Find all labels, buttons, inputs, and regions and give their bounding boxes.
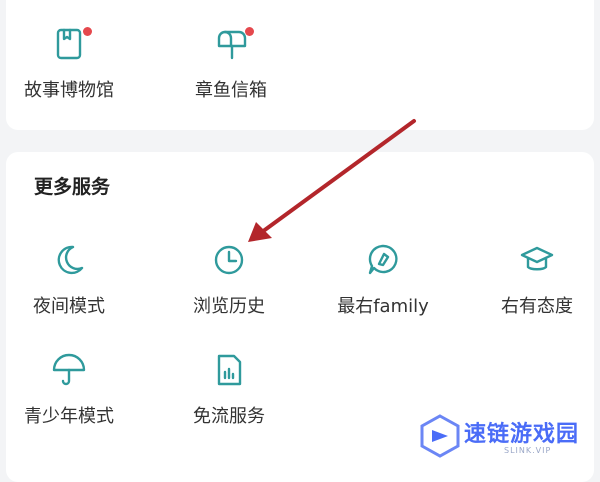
watermark-logo-icon bbox=[420, 414, 460, 458]
octopus-mailbox-label: 章鱼信箱 bbox=[195, 80, 267, 101]
free-data-service-button[interactable]: 免流服务 bbox=[164, 350, 294, 440]
watermark: 速链游戏园 SLINK.VIP bbox=[412, 408, 592, 464]
watermark-subtext: SLINK.VIP bbox=[504, 446, 552, 455]
umbrella-icon bbox=[49, 350, 89, 390]
notification-dot bbox=[245, 27, 254, 36]
book-icon bbox=[49, 24, 92, 64]
story-museum-label: 故事博物馆 bbox=[24, 80, 114, 101]
graduation-cap-icon bbox=[517, 240, 557, 280]
family-icon bbox=[363, 240, 403, 280]
teen-mode-button[interactable]: 青少年模式 bbox=[4, 350, 134, 440]
attitude-button[interactable]: 右有态度 bbox=[472, 240, 600, 330]
mailbox-icon bbox=[211, 24, 254, 64]
clock-icon bbox=[209, 240, 249, 280]
attitude-label: 右有态度 bbox=[501, 296, 573, 317]
zuiyou-family-button[interactable]: 最右family bbox=[318, 240, 448, 330]
zuiyou-family-label: 最右family bbox=[337, 296, 429, 317]
free-data-service-label: 免流服务 bbox=[193, 406, 265, 427]
night-mode-label: 夜间模式 bbox=[33, 296, 105, 317]
watermark-text: 速链游戏园 bbox=[464, 422, 580, 447]
browse-history-label: 浏览历史 bbox=[193, 296, 265, 317]
night-mode-button[interactable]: 夜间模式 bbox=[4, 240, 134, 330]
story-museum-button[interactable]: 故事博物馆 bbox=[4, 24, 134, 114]
browse-history-button[interactable]: 浏览历史 bbox=[164, 240, 294, 330]
octopus-mailbox-button[interactable]: 章鱼信箱 bbox=[166, 24, 296, 114]
teen-mode-label: 青少年模式 bbox=[24, 406, 114, 427]
section-title: 更多服务 bbox=[34, 176, 111, 198]
moon-icon bbox=[49, 240, 89, 280]
sim-card-icon bbox=[209, 350, 249, 390]
notification-dot bbox=[83, 27, 92, 36]
top-features-card: 故事博物馆 章鱼信箱 bbox=[6, 0, 594, 130]
